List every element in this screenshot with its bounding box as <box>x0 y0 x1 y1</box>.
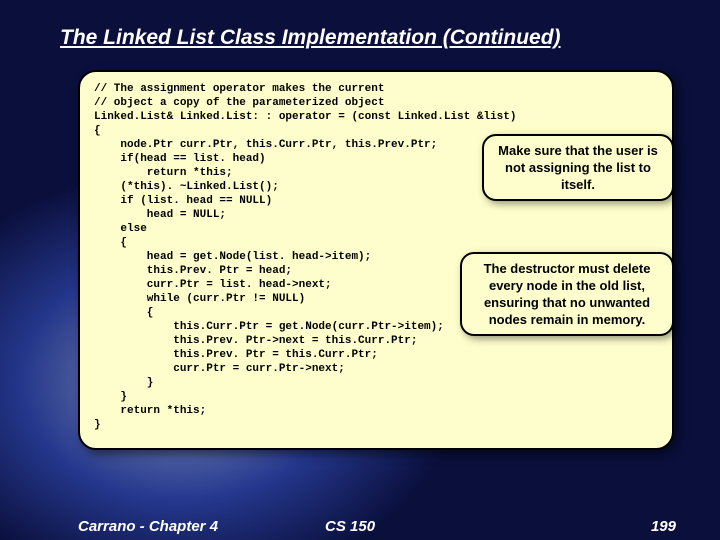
callout-self-assign: Make sure that the user is not assigning… <box>482 134 674 201</box>
footer-left: Carrano - Chapter 4 <box>78 518 218 535</box>
footer-middle: CS 150 <box>325 518 375 535</box>
footer-right: 199 <box>651 518 676 535</box>
slide-title: The Linked List Class Implementation (Co… <box>60 26 680 50</box>
callout-destructor: The destructor must delete every node in… <box>460 252 674 336</box>
